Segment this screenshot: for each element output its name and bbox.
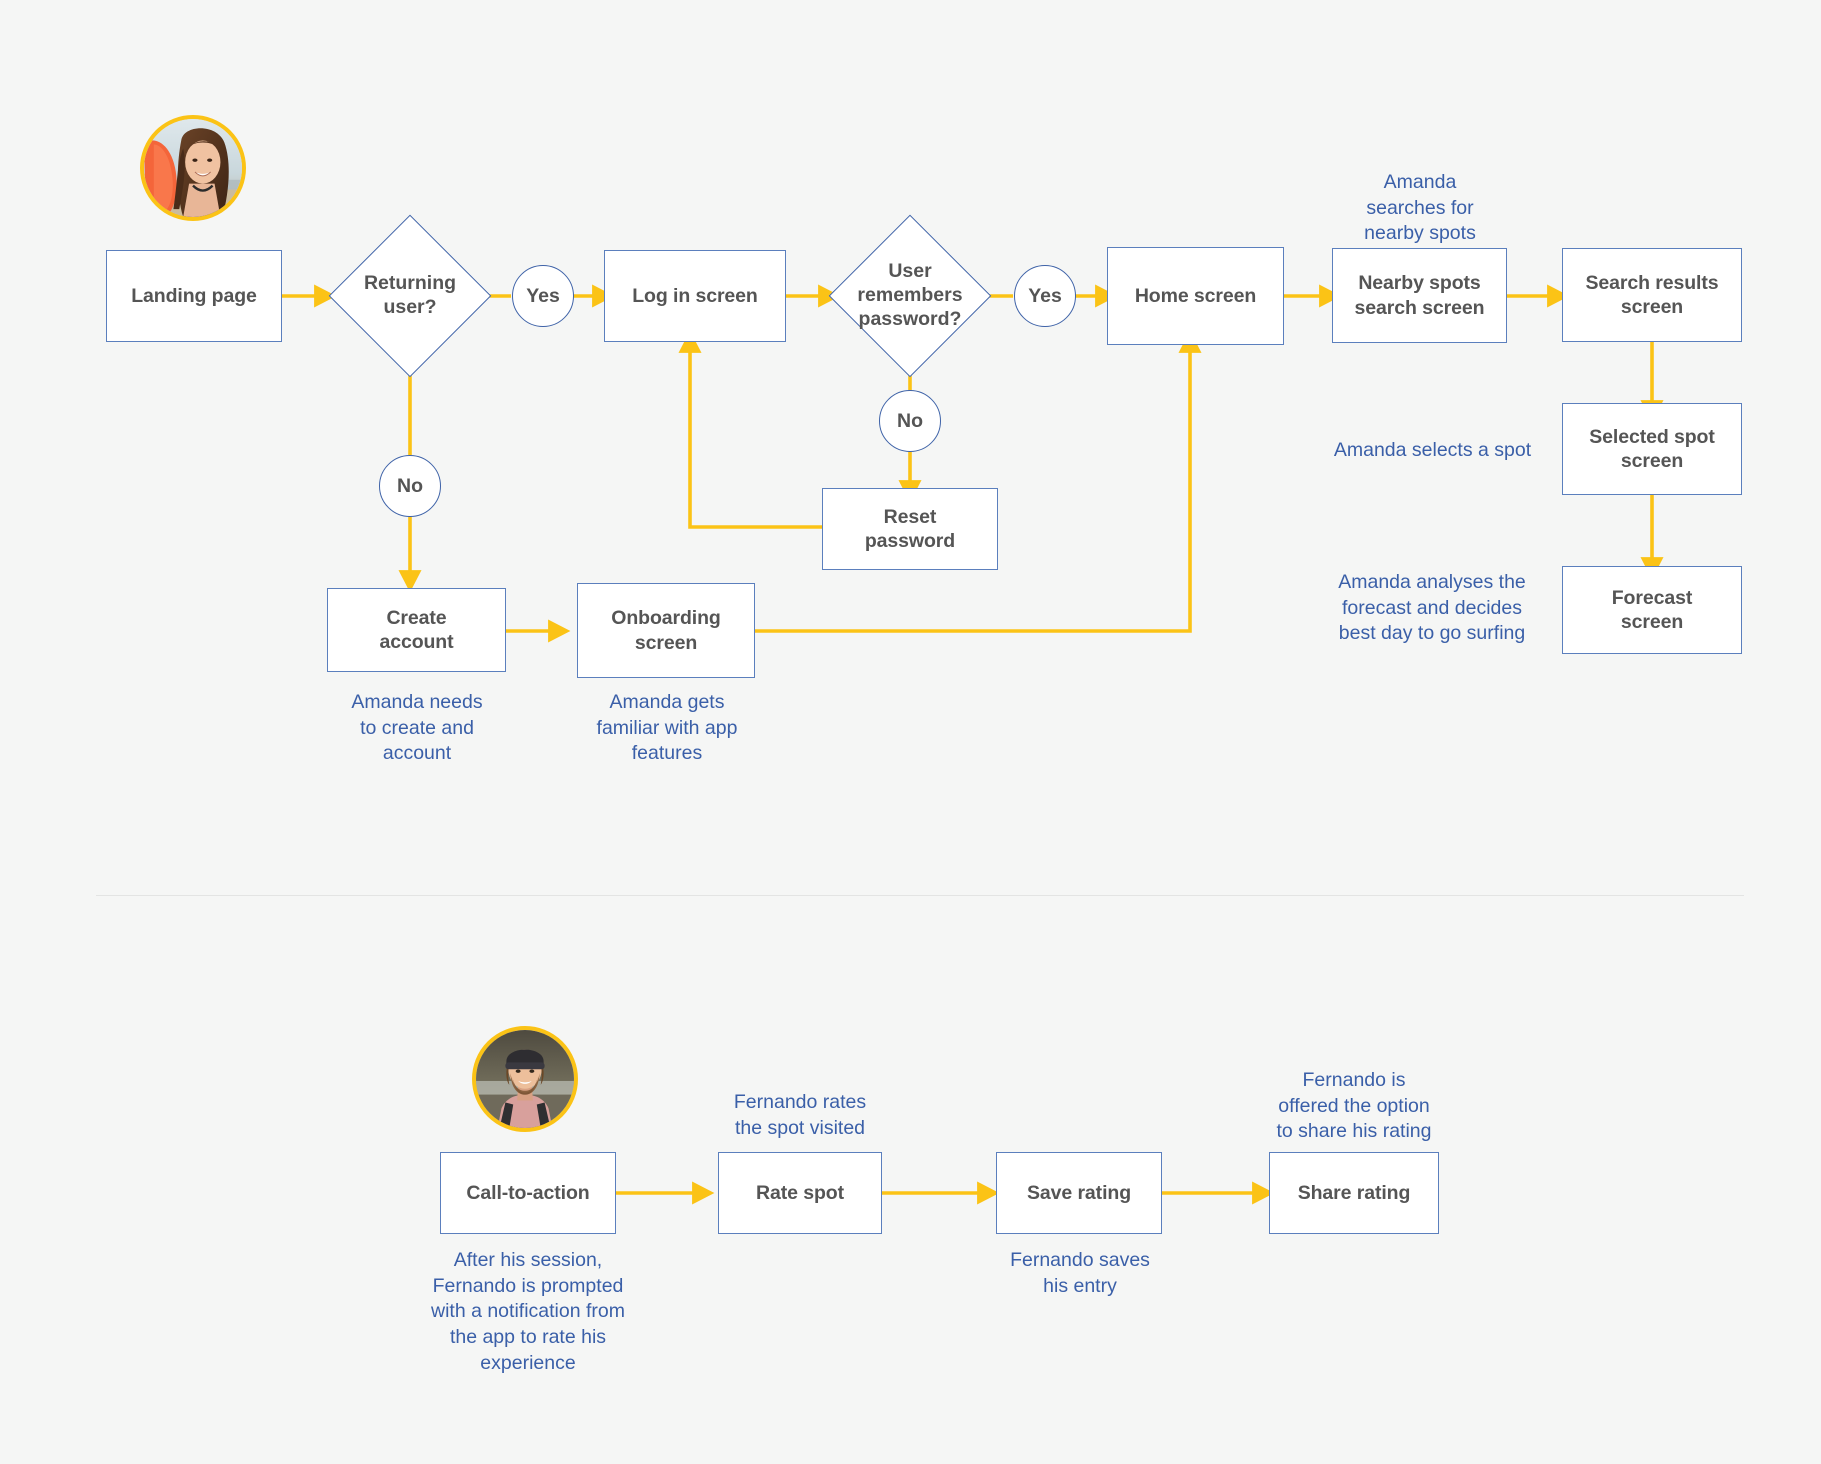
node-reset-password[interactable]: Reset password xyxy=(822,488,998,570)
node-yes-2[interactable]: Yes xyxy=(1014,265,1076,327)
node-yes-1[interactable]: Yes xyxy=(512,265,574,327)
node-selected-spot-screen[interactable]: Selected spot screen xyxy=(1562,403,1742,495)
node-reset-password-label: Reset password xyxy=(864,505,956,552)
note-cta: After his session, Fernando is prompted … xyxy=(430,1249,625,1374)
node-no-1[interactable]: No xyxy=(379,455,441,517)
note-rate-spot: Fernando rates the spot visited xyxy=(733,1091,867,1139)
node-landing-page[interactable]: Landing page xyxy=(106,250,282,342)
avatar-amanda xyxy=(140,115,246,221)
node-nearby-spots-search-screen-label: Nearby spots search screen xyxy=(1354,272,1485,319)
node-share-rating[interactable]: Share rating xyxy=(1269,1152,1439,1234)
node-create-account[interactable]: Create account xyxy=(327,588,506,672)
node-no-2[interactable]: No xyxy=(879,390,941,452)
node-create-account-label: Create account xyxy=(379,606,454,653)
node-log-in-screen-label: Log in screen xyxy=(632,284,758,307)
node-save-rating[interactable]: Save rating xyxy=(996,1152,1162,1234)
node-search-results-screen-label: Search results screen xyxy=(1585,271,1719,318)
node-selected-spot-screen-label: Selected spot screen xyxy=(1589,425,1715,472)
avatar-fernando-photo xyxy=(476,1030,574,1128)
note-create-account: Amanda needs to create and account xyxy=(351,691,483,765)
node-search-results-screen[interactable]: Search results screen xyxy=(1562,248,1742,342)
avatar-amanda-photo xyxy=(144,119,242,217)
node-returning-user-label: Returning user? xyxy=(363,272,457,318)
node-call-to-action[interactable]: Call-to-action xyxy=(440,1152,616,1234)
node-forecast-screen-label: Forecast screen xyxy=(1611,586,1693,633)
node-user-remembers-password[interactable]: User remembers password? xyxy=(828,214,992,378)
node-onboarding-screen-label: Onboarding screen xyxy=(611,607,721,654)
node-rate-spot[interactable]: Rate spot xyxy=(718,1152,882,1234)
node-share-rating-label: Share rating xyxy=(1297,1181,1411,1204)
node-log-in-screen[interactable]: Log in screen xyxy=(604,250,786,342)
node-nearby-spots-search-screen[interactable]: Nearby spots search screen xyxy=(1332,248,1507,343)
note-onboarding: Amanda gets familiar with app features xyxy=(596,691,738,765)
node-home-screen-label: Home screen xyxy=(1134,284,1257,307)
note-forecast: Amanda analyses the forecast and decides… xyxy=(1338,571,1526,645)
arrow-reset-to-login xyxy=(678,330,822,529)
node-landing-page-label: Landing page xyxy=(131,284,257,307)
node-returning-user[interactable]: Returning user? xyxy=(328,214,492,378)
node-yes-2-label: Yes xyxy=(1028,284,1062,307)
note-search: Amanda searches for nearby spots xyxy=(1364,171,1476,245)
node-user-remembers-password-label: User remembers password? xyxy=(857,260,963,330)
node-onboarding-screen[interactable]: Onboarding screen xyxy=(577,583,755,678)
section-divider xyxy=(96,895,1744,896)
note-select-spot: Amanda selects a spot xyxy=(1333,439,1532,461)
node-save-rating-label: Save rating xyxy=(1026,1181,1132,1204)
node-forecast-screen[interactable]: Forecast screen xyxy=(1562,566,1742,654)
node-rate-spot-label: Rate spot xyxy=(756,1181,844,1204)
node-no-1-label: No xyxy=(397,474,423,497)
flowchart-canvas: Landing page Returning user? Yes No Log … xyxy=(0,0,1821,1464)
note-share-rating: Fernando is offered the option to share … xyxy=(1276,1069,1432,1143)
node-call-to-action-label: Call-to-action xyxy=(466,1181,590,1204)
node-yes-1-label: Yes xyxy=(526,284,560,307)
note-save-rating: Fernando saves his entry xyxy=(1010,1249,1150,1297)
node-no-2-label: No xyxy=(897,409,923,432)
node-home-screen[interactable]: Home screen xyxy=(1107,247,1284,345)
avatar-fernando xyxy=(472,1026,578,1132)
